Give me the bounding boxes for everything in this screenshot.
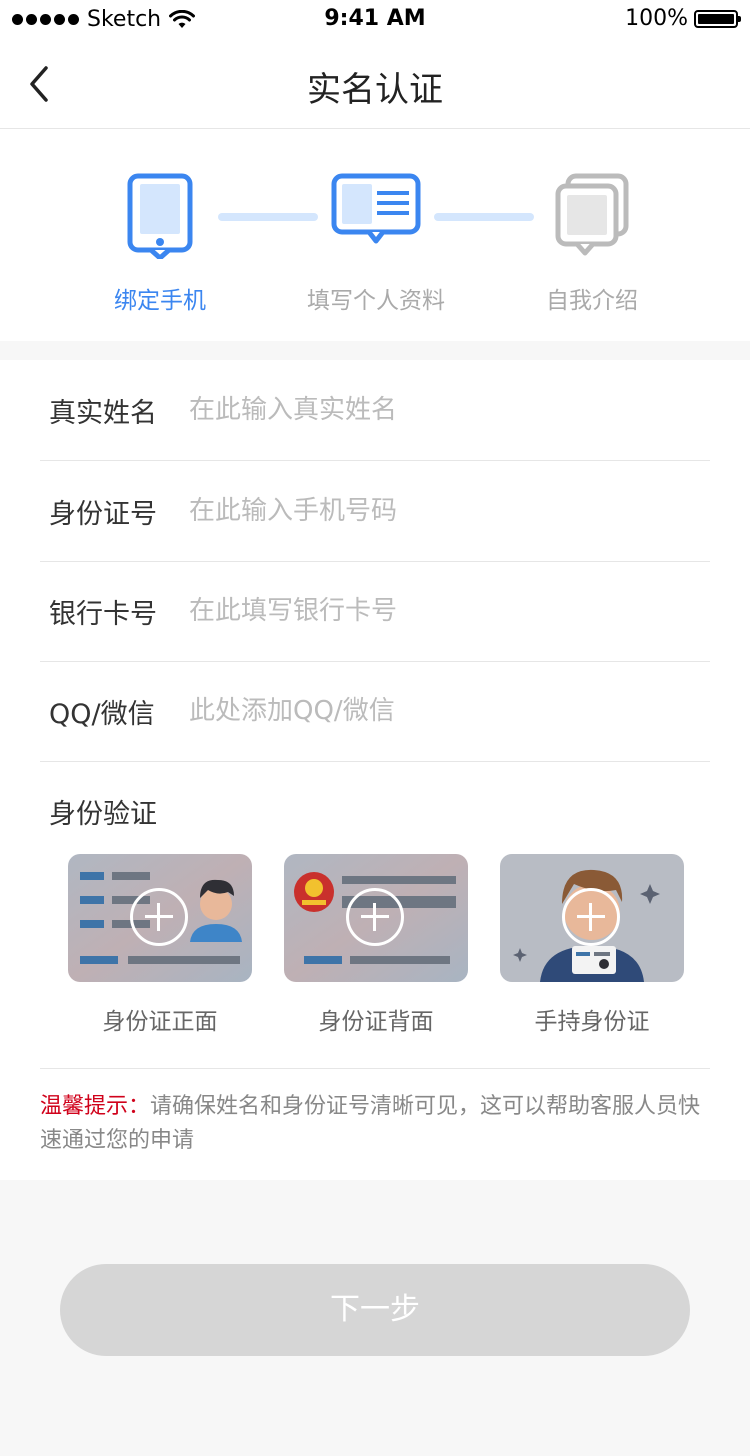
field-real-name: 真实姓名: [40, 360, 710, 461]
verify-section-title: 身份验证: [49, 799, 157, 830]
id-handheld-thumbnail: [500, 854, 684, 982]
field-bank-card: 银行卡号: [40, 561, 710, 662]
step-label: 填写个人资料: [307, 288, 445, 314]
upload-caption: 手持身份证: [534, 1009, 650, 1035]
upload-id-back[interactable]: 身份证背面: [284, 854, 468, 1036]
status-bar: Sketch 9:41 AM 100%: [0, 0, 750, 40]
add-icon: [130, 888, 188, 946]
add-icon: [346, 888, 404, 946]
step-bind-phone: 绑定手机: [60, 173, 260, 315]
field-label: 真实姓名: [49, 397, 157, 429]
field-qq-wechat: QQ/微信: [40, 661, 710, 762]
step-label: 自我介绍: [546, 288, 638, 314]
id-card-icon: [331, 173, 421, 244]
battery-percent: 100%: [625, 6, 688, 31]
upload-id-front[interactable]: 身份证正面: [68, 854, 252, 1036]
phone-icon: [127, 173, 193, 259]
id-number-input[interactable]: [189, 496, 710, 526]
field-label: 身份证号: [49, 498, 157, 530]
tip-label: 温馨提示：: [40, 1094, 151, 1119]
id-back-thumbnail: [284, 854, 468, 982]
bank-card-input[interactable]: [189, 596, 710, 626]
step-self-intro: 自我介绍: [492, 173, 692, 315]
next-step-button[interactable]: 下一步: [60, 1264, 690, 1356]
step-label: 绑定手机: [114, 288, 206, 314]
battery-icon: [694, 9, 741, 28]
step-fill-info: 填写个人资料: [276, 173, 476, 315]
add-icon: [562, 888, 620, 946]
page-title: 实名认证: [307, 70, 443, 110]
identity-form: 真实姓名 身份证号 银行卡号 QQ/微信 身份验证: [0, 360, 750, 1180]
real-name-input[interactable]: [189, 395, 710, 425]
qq-wechat-input[interactable]: [189, 696, 710, 726]
field-label: 银行卡号: [49, 598, 157, 630]
upload-caption: 身份证正面: [102, 1009, 218, 1035]
nav-bar: 实名认证: [0, 40, 750, 129]
field-label: QQ/微信: [49, 698, 155, 730]
stack-cards-icon: [555, 173, 629, 256]
tip-text: 温馨提示：请确保姓名和身份证号清晰可见，这可以帮助客服人员快速通过您的申请: [40, 1090, 710, 1158]
field-id-number: 身份证号: [40, 461, 710, 562]
id-front-thumbnail: [68, 854, 252, 982]
status-right: 100%: [625, 6, 741, 31]
progress-steps: 绑定手机 填写个人资料 自我介绍: [0, 129, 750, 341]
upload-id-handheld[interactable]: 手持身份证: [500, 854, 684, 1036]
section-divider: [40, 1068, 710, 1069]
upload-caption: 身份证背面: [318, 1009, 434, 1035]
